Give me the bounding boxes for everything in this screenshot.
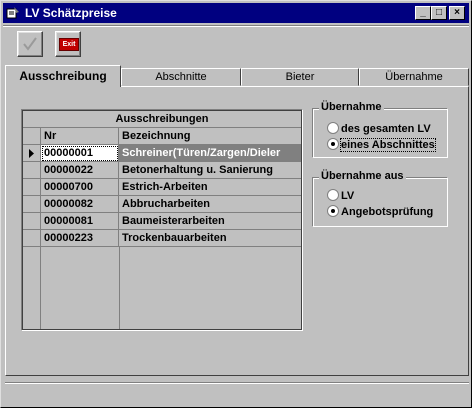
tab-bieter[interactable]: Bieter	[241, 68, 359, 86]
exit-icon: Exit	[59, 38, 79, 51]
empty-column-divider	[119, 247, 120, 329]
column-header-nr[interactable]: Nr	[41, 128, 119, 145]
row-indicator	[23, 179, 41, 196]
radio-button-checked[interactable]	[327, 138, 339, 150]
table-row[interactable]: 00000081 Baumeisterarbeiten	[23, 213, 301, 230]
exit-button[interactable]: Exit	[55, 31, 81, 57]
cell-nr[interactable]: 00000082	[41, 196, 119, 213]
radio-label: Angebotsprüfung	[341, 206, 434, 218]
radio-option-gesamtes-lv[interactable]: des gesamten LV	[327, 121, 431, 137]
cell-bezeichnung[interactable]: Baumeisterarbeiten	[119, 213, 301, 230]
exit-label: Exit	[62, 41, 76, 48]
table-row[interactable]: 00000001 Schreiner(Türen/Zargen/Dieler	[23, 145, 301, 162]
cell-bezeichnung[interactable]: Abbrucharbeiten	[119, 196, 301, 213]
window-title: LV Schätzpreise	[25, 6, 117, 20]
cell-nr[interactable]: 00000022	[41, 162, 119, 179]
tab-ausschreibung[interactable]: Ausschreibung	[5, 65, 121, 87]
row-indicator	[23, 196, 41, 213]
tab-uebernahme[interactable]: Übernahme	[359, 68, 469, 86]
uebernahme-group: Übernahme des gesamten LV eines Abschnit…	[312, 101, 448, 158]
cell-nr[interactable]: 00000223	[41, 230, 119, 247]
cell-nr[interactable]: 00000001	[41, 145, 119, 162]
checkmark-icon	[23, 37, 37, 51]
table-row[interactable]: 00000082 Abbrucharbeiten	[23, 196, 301, 213]
table-row[interactable]: 00000700 Estrich-Arbeiten	[23, 179, 301, 196]
cell-bezeichnung[interactable]: Betonerhaltung u. Sanierung	[119, 162, 301, 179]
toolbar-separator	[3, 25, 469, 27]
table-row[interactable]: 00000223 Trockenbauarbeiten	[23, 230, 301, 247]
uebernahme-aus-group: Übernahme aus LV Angebotsprüfung	[312, 170, 448, 227]
maximize-button[interactable]: □	[431, 6, 447, 20]
column-header-bezeichnung[interactable]: Bezeichnung	[119, 128, 301, 145]
tab-abschnitte[interactable]: Abschnitte	[121, 68, 241, 86]
close-button[interactable]: ×	[449, 6, 465, 20]
radio-option-lv[interactable]: LV	[327, 188, 354, 204]
row-indicator	[23, 213, 41, 230]
radio-label: des gesamten LV	[341, 123, 431, 135]
table-row[interactable]: 00000022 Betonerhaltung u. Sanierung	[23, 162, 301, 179]
empty-indicator-column	[23, 247, 41, 329]
cell-nr[interactable]: 00000081	[41, 213, 119, 230]
title-bar[interactable]: LV Schätzpreise _ □ ×	[3, 3, 469, 23]
app-icon	[6, 7, 19, 19]
cell-bezeichnung[interactable]: Schreiner(Türen/Zargen/Dieler	[119, 145, 301, 162]
minimize-button[interactable]: _	[415, 6, 431, 20]
uebernahme-group-title: Übernahme	[319, 101, 384, 113]
cell-bezeichnung[interactable]: Estrich-Arbeiten	[119, 179, 301, 196]
radio-button[interactable]	[327, 122, 339, 134]
tab-strip: Ausschreibung Abschnitte Bieter Übernahm…	[5, 65, 469, 87]
current-row-arrow-icon	[29, 149, 34, 158]
row-indicator	[23, 230, 41, 247]
grid-body: Ausschreibungen Nr Bezeichnung 00000001 …	[22, 110, 302, 330]
radio-option-abschnitt[interactable]: eines Abschnittes	[327, 137, 436, 153]
radio-button-checked[interactable]	[327, 205, 339, 217]
radio-label: LV	[341, 190, 355, 202]
main-window: LV Schätzpreise _ □ × Exit Ausschreibung…	[0, 0, 472, 408]
status-separator	[5, 382, 469, 384]
row-indicator-header	[23, 128, 41, 145]
cell-bezeichnung[interactable]: Trockenbauarbeiten	[119, 230, 301, 247]
radio-button[interactable]	[327, 189, 339, 201]
ok-button[interactable]	[17, 31, 43, 57]
ausschreibungen-grid[interactable]: Ausschreibungen Nr Bezeichnung 00000001 …	[21, 109, 303, 331]
uebernahme-aus-group-title: Übernahme aus	[319, 170, 406, 182]
grid-caption: Ausschreibungen	[23, 111, 301, 128]
cell-nr[interactable]: 00000700	[41, 179, 119, 196]
radio-label: eines Abschnittes	[340, 138, 436, 152]
radio-option-angebotspruefung[interactable]: Angebotsprüfung	[327, 204, 433, 220]
row-indicator	[23, 145, 41, 162]
row-indicator	[23, 162, 41, 179]
